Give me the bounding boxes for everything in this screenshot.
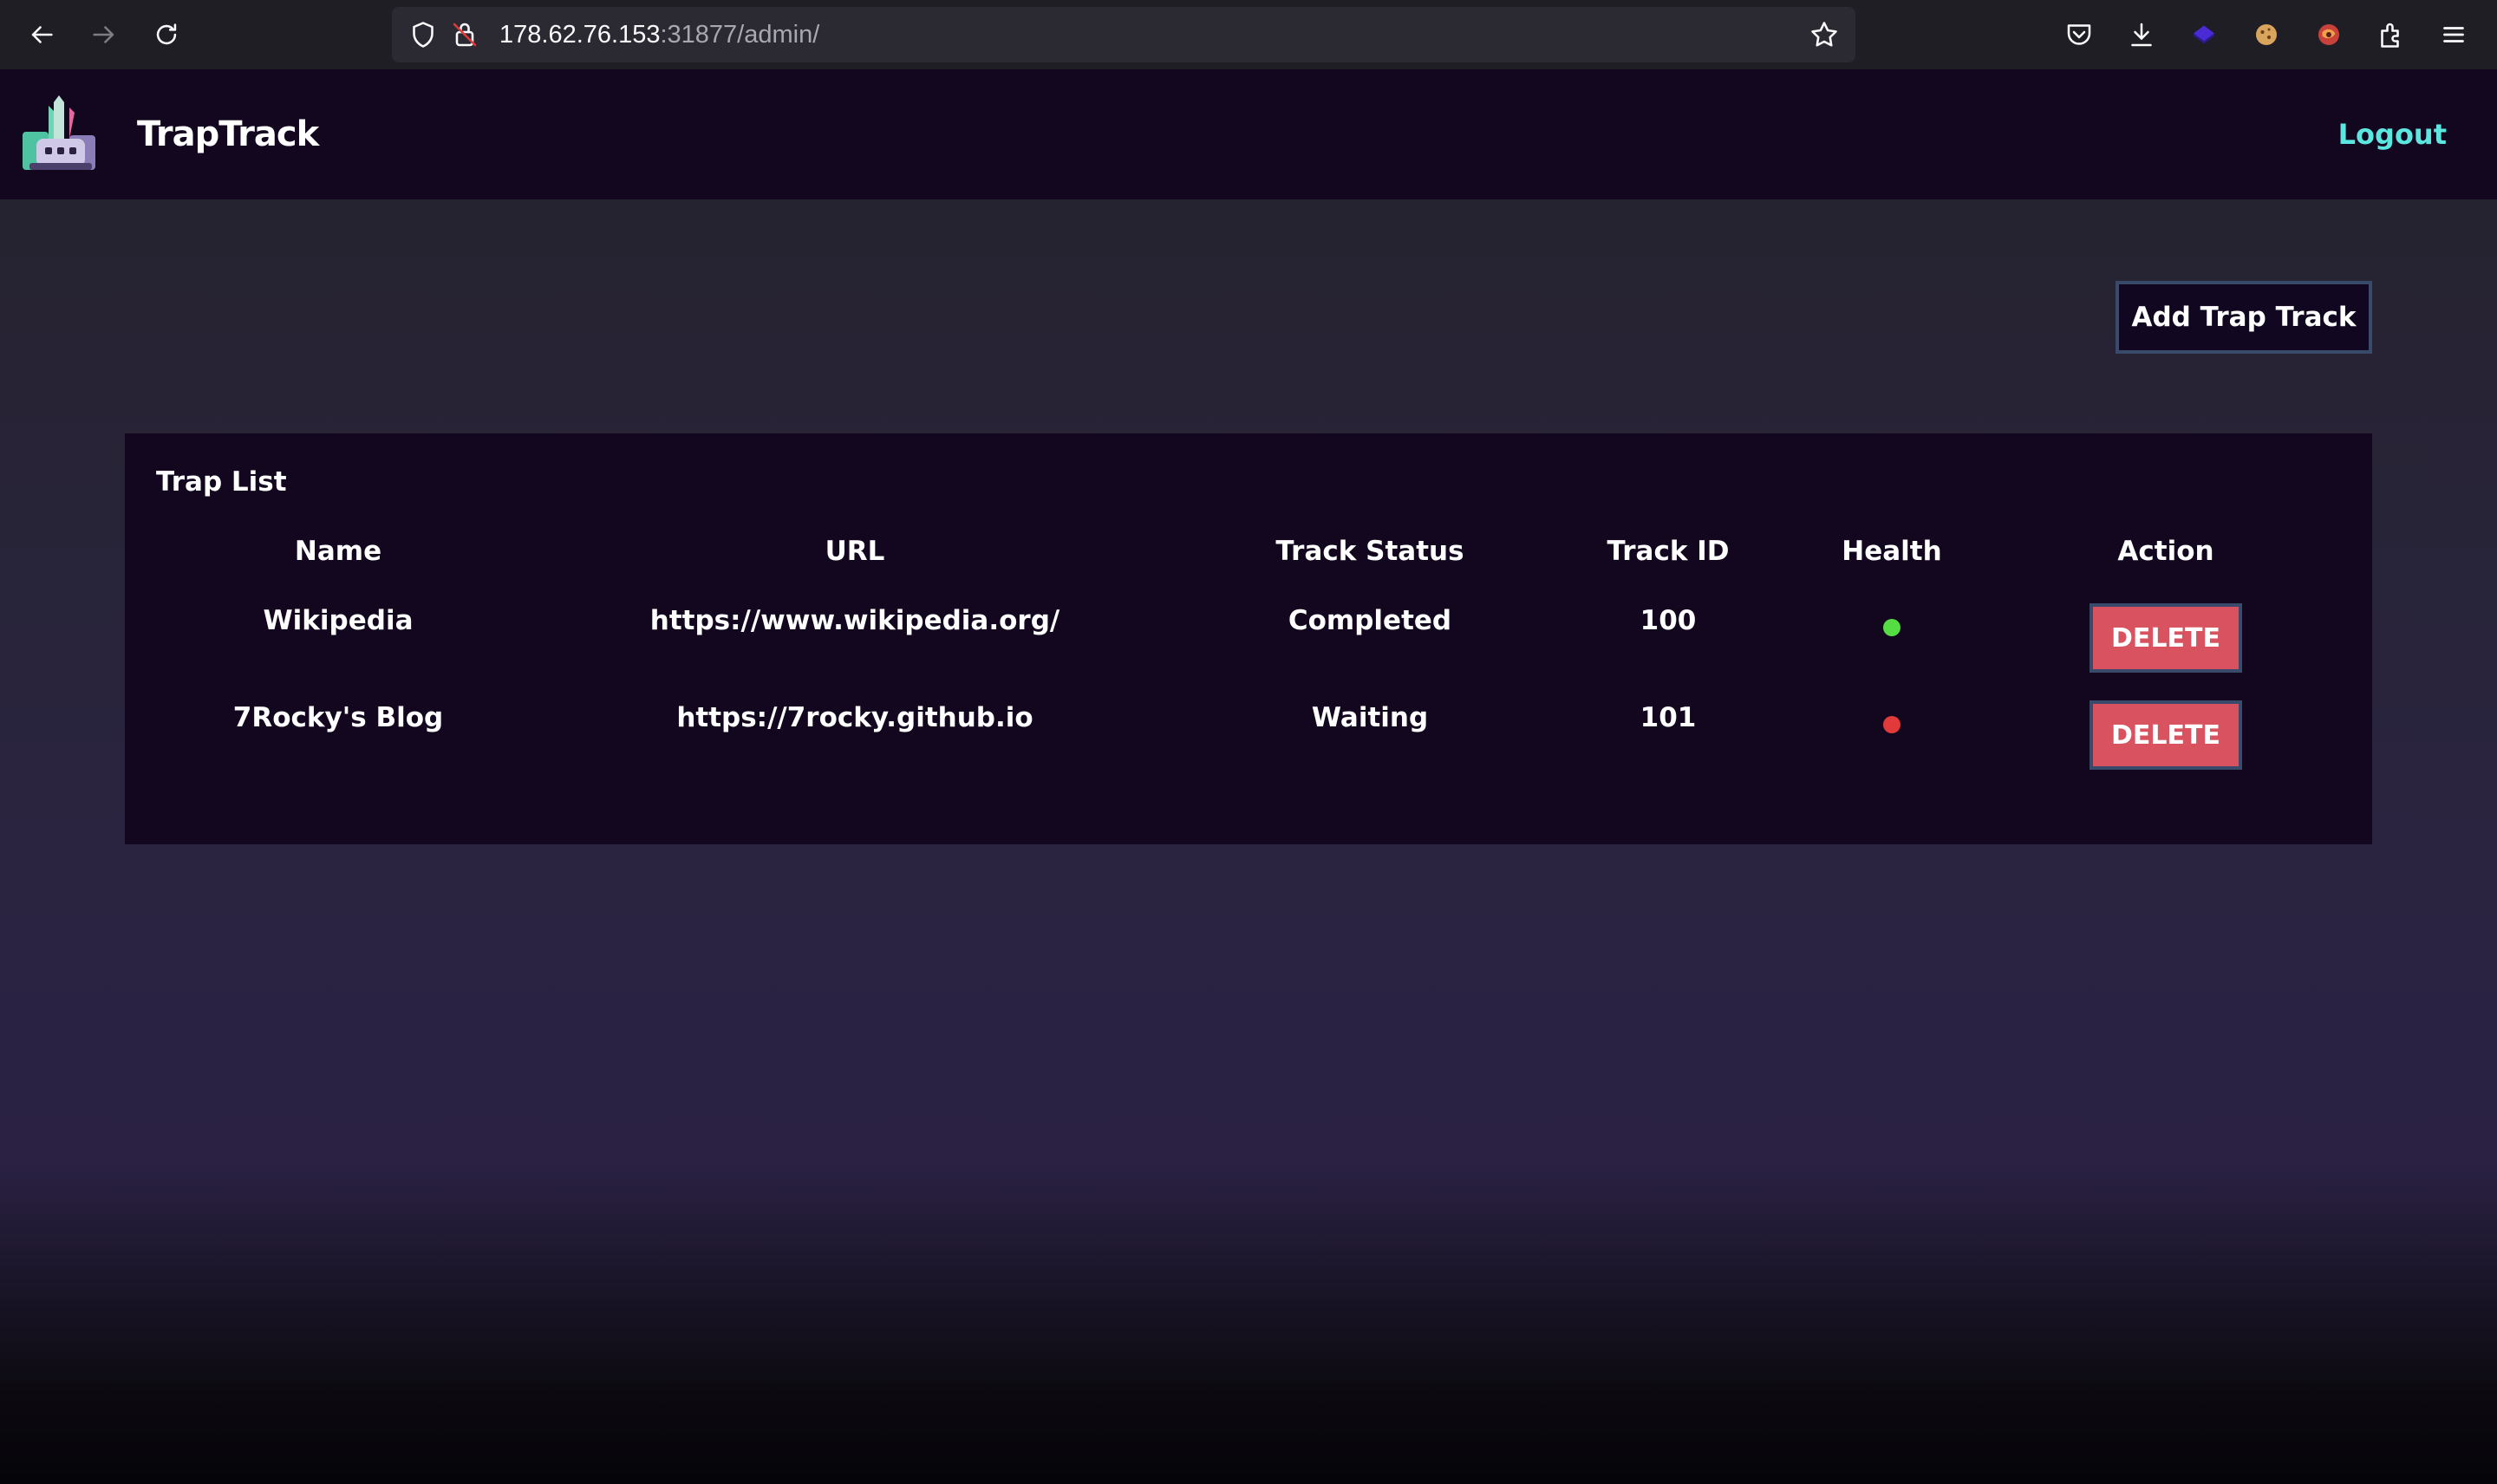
brand-title[interactable]: TrapTrack	[137, 106, 319, 163]
column-header-action: Action	[2117, 536, 2214, 567]
column-header-url: URL	[825, 536, 885, 567]
url-text[interactable]: 178.62.76.153:31877/admin/	[499, 7, 819, 62]
row-name: Wikipedia	[263, 605, 414, 636]
row-url: https://www.wikipedia.org/	[649, 605, 1060, 636]
traptrack-logo-icon[interactable]	[19, 94, 99, 173]
delete-button[interactable]: DELETE	[2090, 700, 2242, 770]
logout-link[interactable]: Logout	[2338, 106, 2447, 163]
app-header: TrapTrack Logout	[0, 69, 2497, 199]
row-status: Waiting	[1311, 702, 1429, 733]
menu-icon[interactable]	[2436, 17, 2471, 52]
row-name: 7Rocky's Blog	[232, 702, 444, 733]
main-content: Add Trap Track Trap List Name URL Track …	[0, 199, 2497, 1484]
column-header-track-id: Track ID	[1607, 536, 1730, 567]
row-track-id: 100	[1640, 605, 1697, 636]
trap-list-panel: Trap List Name URL Track Status Track ID…	[125, 433, 2372, 844]
back-icon[interactable]	[23, 16, 61, 54]
browser-toolbar: 178.62.76.153:31877/admin/	[0, 0, 2497, 69]
health-status-dot	[1883, 619, 1900, 636]
column-header-name: Name	[294, 536, 382, 567]
column-header-track-status: Track Status	[1275, 536, 1464, 567]
bookmark-star-icon[interactable]	[1809, 19, 1840, 50]
health-status-dot	[1883, 716, 1900, 733]
row-url: https://7rocky.github.io	[676, 702, 1033, 733]
cookie-icon[interactable]	[2249, 17, 2284, 52]
panel-title: Trap List	[156, 466, 287, 498]
insecure-lock-icon[interactable]	[449, 19, 480, 50]
url-host: 178.62.76.153	[499, 21, 661, 49]
url-path: :31877/admin/	[660, 21, 820, 49]
address-bar[interactable]: 178.62.76.153:31877/admin/	[392, 7, 1855, 62]
row-status: Completed	[1288, 605, 1452, 636]
reload-icon[interactable]	[147, 16, 186, 54]
forward-icon[interactable]	[85, 16, 123, 54]
extension-red-icon[interactable]	[2311, 17, 2346, 52]
extensions-puzzle-icon[interactable]	[2374, 17, 2409, 52]
extension-purple-icon[interactable]	[2187, 17, 2221, 52]
column-header-health: Health	[1842, 536, 1942, 567]
download-icon[interactable]	[2124, 17, 2159, 52]
delete-button[interactable]: DELETE	[2090, 603, 2242, 673]
pocket-icon[interactable]	[2062, 17, 2096, 52]
add-trap-track-button[interactable]: Add Trap Track	[2116, 281, 2372, 354]
row-track-id: 101	[1640, 702, 1697, 733]
shield-icon[interactable]	[407, 19, 439, 50]
